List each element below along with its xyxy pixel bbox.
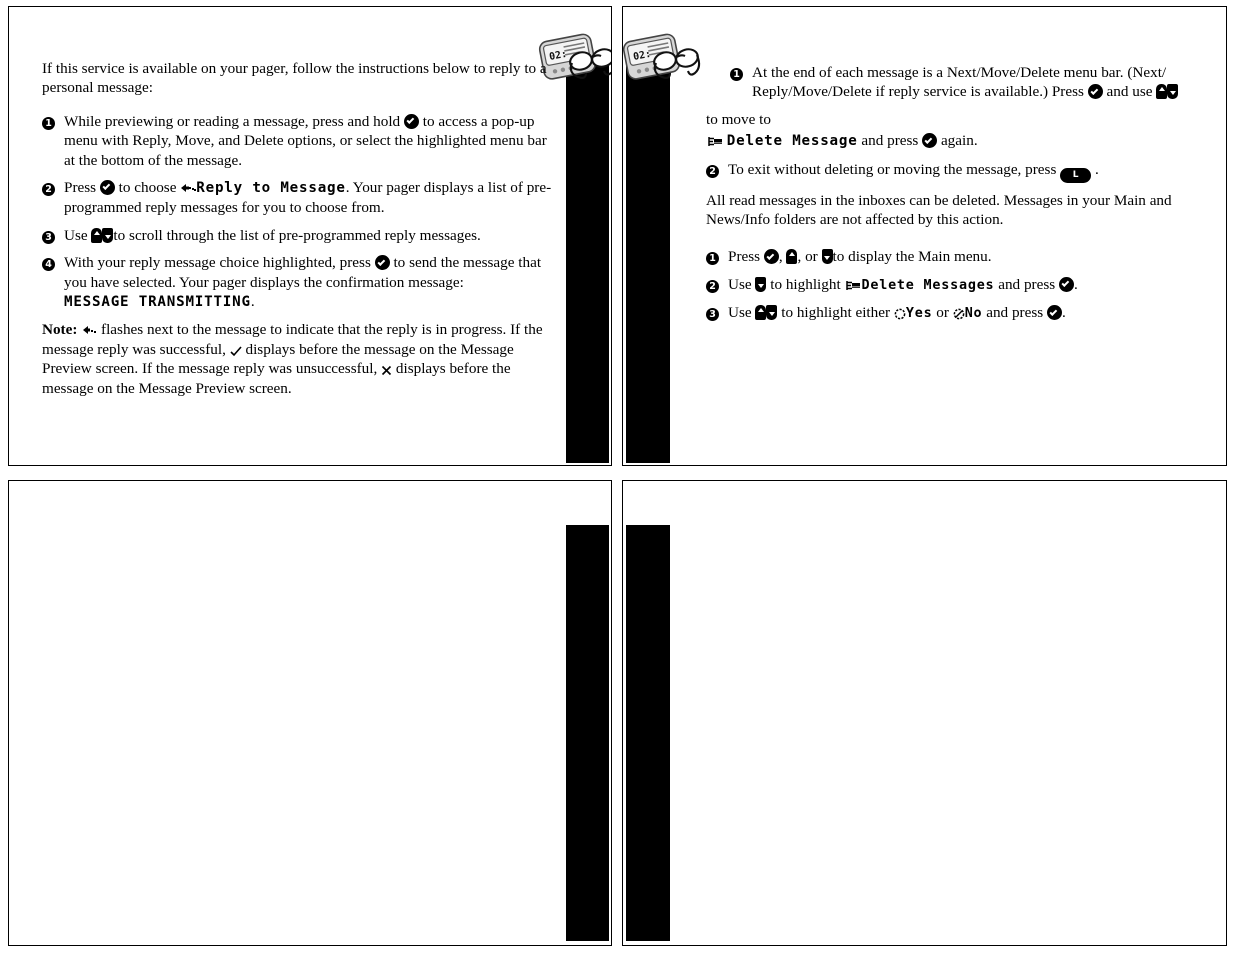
- step-text-before: Press: [64, 179, 100, 197]
- step-number: 1: [730, 64, 744, 81]
- step-number: 2: [706, 276, 720, 293]
- lcd-option-no: No: [964, 306, 983, 322]
- up-down-key-pair[interactable]: [755, 304, 778, 321]
- up-arrow-key-icon[interactable]: [1156, 84, 1168, 100]
- manual-page-spread: 02: If this service is available on your…: [0, 0, 1235, 954]
- page-panel-bottom-right: 02: 3 After: [622, 480, 1227, 946]
- step-text-d: again.: [937, 132, 978, 150]
- page-panel-bottom-left: 02: The super maildrop featu: [8, 480, 612, 946]
- step-item: 1 While previewing or reading a message,…: [42, 112, 554, 170]
- step-item: 2 To exit without deleting or moving the…: [706, 160, 1206, 183]
- step-text-d: .: [1073, 275, 1078, 293]
- select-check-key-icon[interactable]: [922, 133, 938, 149]
- select-check-key-icon[interactable]: [1087, 84, 1103, 100]
- step-item: 3 Use to highlight either Yes or No and …: [706, 303, 1206, 323]
- step-item: 3 Use to scroll through the list of pre-…: [42, 226, 554, 245]
- down-arrow-key-icon[interactable]: [1167, 84, 1179, 100]
- text-column-top-right: 1 At the end of each message is a Next/M…: [706, 63, 1206, 332]
- page-edge-thumb-tab: [566, 53, 609, 463]
- step-text-e: .: [1061, 304, 1066, 322]
- note-paragraph: Note: flashes next to the message to ind…: [42, 320, 554, 398]
- step-text-b: and use: [1102, 83, 1157, 101]
- no-circle-slash-lcd-icon: [953, 308, 965, 320]
- delete-broom-lcd-icon: [706, 135, 723, 148]
- up-down-key-pair[interactable]: [1156, 83, 1179, 100]
- down-arrow-key-icon[interactable]: [102, 227, 114, 243]
- step-text-d: to display the Main menu.: [832, 248, 992, 266]
- step-text-c: or: [932, 304, 953, 322]
- step-text-b: .: [1091, 160, 1099, 178]
- step-text-a: Use: [728, 275, 756, 293]
- reply-in-progress-lcd-icon: [81, 325, 97, 337]
- pager-with-eyeglasses-illustration: 02:: [623, 29, 705, 95]
- reply-arrow-lcd-icon: [180, 183, 197, 195]
- step-text-c: and press: [994, 275, 1059, 293]
- select-check-key-icon[interactable]: [374, 255, 390, 271]
- step-text-before: Use: [64, 226, 92, 244]
- step-number: 2: [706, 161, 720, 178]
- step-item: 1 Press , , or to display the Main menu.: [706, 247, 1206, 266]
- up-down-key-pair[interactable]: [91, 227, 114, 244]
- down-arrow-key-icon[interactable]: [755, 276, 767, 292]
- step-number: 2: [42, 179, 56, 197]
- step-number: 4: [42, 254, 56, 272]
- step-continuation-line: to move to: [706, 110, 771, 128]
- select-check-key-icon[interactable]: [1058, 276, 1074, 292]
- lcd-menu-label: Reply to Message: [196, 180, 346, 197]
- select-check-key-icon[interactable]: [403, 113, 419, 129]
- up-arrow-key-icon[interactable]: [786, 249, 798, 265]
- escape-key-icon[interactable]: L: [1060, 167, 1092, 183]
- step-text-before: With your reply message choice highlight…: [64, 254, 375, 272]
- step-text-b: ,: [778, 248, 787, 266]
- intro-paragraph: If this service is available on your pag…: [42, 60, 547, 97]
- step-text-a: Use: [728, 304, 756, 322]
- select-check-key-icon[interactable]: [99, 180, 115, 196]
- step-item: 2 Use to highlight Delete Messages and p…: [706, 275, 1206, 295]
- step-text-after: to scroll through the list of pre-progra…: [113, 226, 481, 244]
- page-edge-thumb-tab: [566, 525, 609, 941]
- step-text-c: and press: [857, 132, 923, 150]
- step-number: 3: [706, 304, 720, 322]
- up-arrow-key-icon[interactable]: [755, 305, 767, 321]
- step-text-c: , or: [797, 248, 822, 266]
- step-item: 4 With your reply message choice highlig…: [42, 253, 554, 312]
- body-paragraph: All read messages in the inboxes can be …: [706, 191, 1172, 229]
- step-number: 1: [706, 248, 720, 266]
- page-edge-thumb-tab: [626, 53, 670, 463]
- lcd-menu-label: Delete Message: [726, 133, 858, 150]
- step-number: 1: [42, 113, 56, 130]
- page-panel-top-left: 02: If this service is available on your…: [8, 6, 612, 466]
- step-lcd-line: Delete Message and press again.: [706, 131, 1206, 151]
- delete-broom-lcd-icon: [844, 279, 861, 292]
- lcd-status-message: MESSAGE TRANSMITTING: [64, 294, 251, 311]
- step-text-a: Press: [728, 248, 764, 266]
- step-text-b: to highlight: [766, 275, 845, 293]
- up-arrow-key-icon[interactable]: [91, 227, 103, 243]
- select-check-key-icon[interactable]: [763, 249, 779, 265]
- down-arrow-key-icon[interactable]: [766, 305, 778, 321]
- step-text-d: and press: [982, 304, 1047, 322]
- select-check-key-icon[interactable]: [1046, 305, 1062, 321]
- reply-failed-x-lcd-icon: [381, 365, 392, 376]
- step-text-before: While previewing or reading a message, p…: [64, 112, 404, 130]
- step-text-mid: to choose: [114, 179, 181, 197]
- step-item: 1 At the end of each message is a Next/M…: [706, 63, 1206, 102]
- lcd-option-yes: Yes: [905, 306, 933, 322]
- step-text-b: to highlight either: [777, 304, 894, 322]
- yes-circle-lcd-icon: [894, 308, 906, 320]
- lcd-menu-label: Delete Messages: [861, 277, 995, 293]
- step-text-a: To exit without deleting or moving the m…: [728, 160, 1061, 178]
- page-panel-top-right: 02: 1 At the end of each message is a Ne…: [622, 6, 1227, 466]
- reply-success-check-lcd-icon: [230, 346, 242, 357]
- down-arrow-key-icon[interactable]: [821, 249, 833, 265]
- text-column-top-left: If this service is available on your pag…: [42, 59, 554, 406]
- page-edge-thumb-tab: [626, 525, 670, 941]
- step-number: 3: [42, 227, 56, 244]
- note-label: Note:: [42, 321, 78, 339]
- step-item: 2 Press to choose Reply to Message. Your…: [42, 178, 554, 218]
